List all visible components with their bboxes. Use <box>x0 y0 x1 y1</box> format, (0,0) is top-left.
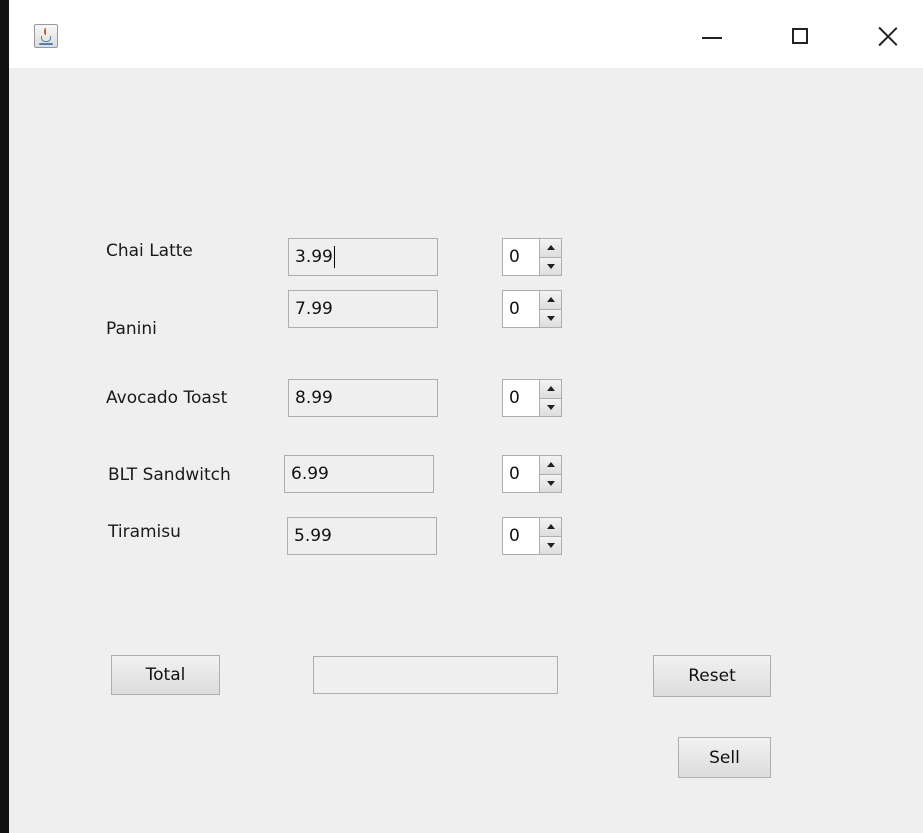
total-field[interactable] <box>313 656 558 694</box>
quantity-spinner-blt-sandwitch[interactable]: 0 <box>502 455 562 493</box>
close-icon <box>878 26 898 46</box>
spinner-down-button[interactable] <box>540 398 561 416</box>
quantity-value[interactable]: 0 <box>503 291 539 327</box>
item-label-avocado-toast: Avocado Toast <box>106 388 228 408</box>
price-field-avocado-toast[interactable]: 8.99 <box>288 379 438 417</box>
spinner-down-button[interactable] <box>540 309 561 327</box>
app-window: Chai Latte 3.99 0 Panini 7.99 0 Avocado … <box>9 0 923 833</box>
arrow-up-icon <box>546 462 555 468</box>
spinner-down-button[interactable] <box>540 257 561 275</box>
quantity-spinner-chai-latte[interactable]: 0 <box>502 238 562 276</box>
price-field-tiramisu[interactable]: 5.99 <box>287 517 437 555</box>
window-left-edge <box>0 0 9 833</box>
content-panel: Chai Latte 3.99 0 Panini 7.99 0 Avocado … <box>9 68 923 833</box>
spinner-up-button[interactable] <box>540 518 561 537</box>
sell-button[interactable]: Sell <box>678 737 771 778</box>
title-bar[interactable] <box>9 0 923 68</box>
spinner-up-button[interactable] <box>540 456 561 475</box>
reset-button[interactable]: Reset <box>653 655 771 697</box>
item-label-chai-latte: Chai Latte <box>106 241 193 261</box>
close-button[interactable] <box>868 16 908 56</box>
item-label-blt-sandwitch: BLT Sandwitch <box>108 465 231 485</box>
price-value: 6.99 <box>291 464 329 484</box>
spinner-buttons <box>539 239 561 275</box>
text-caret <box>333 246 335 268</box>
quantity-value[interactable]: 0 <box>503 239 539 275</box>
spinner-up-button[interactable] <box>540 239 561 258</box>
arrow-down-icon <box>546 263 555 269</box>
spinner-up-button[interactable] <box>540 291 561 310</box>
spinner-buttons <box>539 291 561 327</box>
price-value: 5.99 <box>294 526 332 546</box>
spinner-down-button[interactable] <box>540 536 561 554</box>
arrow-up-icon <box>546 297 555 303</box>
minimize-button[interactable] <box>692 16 732 56</box>
arrow-up-icon <box>546 386 555 392</box>
arrow-up-icon <box>546 245 555 251</box>
price-field-chai-latte[interactable]: 3.99 <box>288 238 438 276</box>
quantity-value[interactable]: 0 <box>503 380 539 416</box>
item-label-panini: Panini <box>106 319 157 339</box>
price-field-blt-sandwitch[interactable]: 6.99 <box>284 455 434 493</box>
quantity-value[interactable]: 0 <box>503 518 539 554</box>
arrow-up-icon <box>546 524 555 530</box>
steam-glyph <box>44 28 48 35</box>
maximize-button[interactable] <box>780 16 820 56</box>
total-button[interactable]: Total <box>111 655 220 695</box>
price-field-panini[interactable]: 7.99 <box>288 290 438 328</box>
cup-glyph <box>41 36 51 42</box>
quantity-value[interactable]: 0 <box>503 456 539 492</box>
price-value: 3.99 <box>295 247 333 267</box>
price-value: 8.99 <box>295 388 333 408</box>
quantity-spinner-avocado-toast[interactable]: 0 <box>502 379 562 417</box>
quantity-spinner-panini[interactable]: 0 <box>502 290 562 328</box>
arrow-down-icon <box>546 542 555 548</box>
spinner-buttons <box>539 518 561 554</box>
saucer-glyph <box>39 43 53 45</box>
arrow-down-icon <box>546 315 555 321</box>
java-app-icon[interactable] <box>34 24 58 48</box>
spinner-down-button[interactable] <box>540 474 561 492</box>
spinner-buttons <box>539 456 561 492</box>
maximize-icon <box>792 28 808 44</box>
item-label-tiramisu: Tiramisu <box>108 522 181 542</box>
minimize-icon <box>702 37 722 39</box>
arrow-down-icon <box>546 480 555 486</box>
quantity-spinner-tiramisu[interactable]: 0 <box>502 517 562 555</box>
spinner-buttons <box>539 380 561 416</box>
arrow-down-icon <box>546 404 555 410</box>
spinner-up-button[interactable] <box>540 380 561 399</box>
price-value: 7.99 <box>295 299 333 319</box>
